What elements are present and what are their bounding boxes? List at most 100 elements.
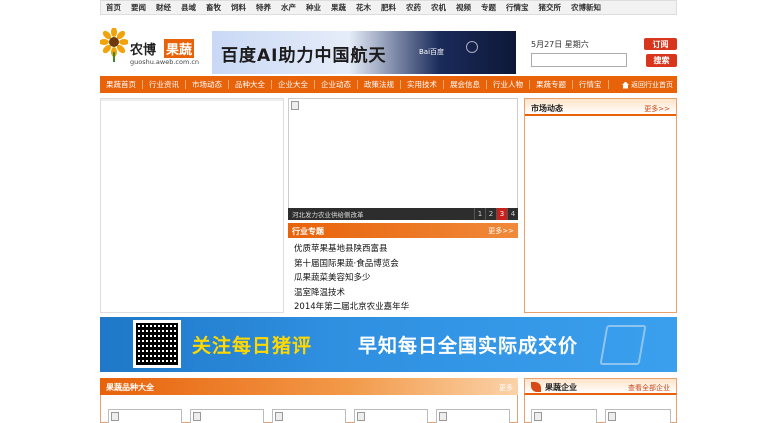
variety-title: 果蔬品种大全	[106, 383, 154, 392]
topnav-item[interactable]: 畜牧	[206, 2, 221, 13]
topnav-item[interactable]: 花木	[356, 2, 371, 13]
topnav-item[interactable]: 特养	[256, 2, 271, 13]
topnav-item[interactable]: 种业	[306, 2, 321, 13]
topic-link[interactable]: 温室降温技术	[294, 286, 409, 301]
variety-header: 果蔬品种大全 更多	[100, 378, 518, 395]
variety-thumbnail[interactable]	[190, 409, 264, 423]
topnav-item[interactable]: 首页	[106, 2, 121, 13]
variety-thumbnail[interactable]	[354, 409, 428, 423]
enterprise-title: 果蔬企业	[545, 383, 577, 392]
mainnav-item[interactable]: 行情宝	[573, 80, 609, 89]
slideshow-caption-bar: 河北发力农业供给侧改革 1234	[288, 208, 518, 220]
broken-image-icon	[275, 412, 283, 421]
search-button[interactable]: 搜索	[646, 54, 677, 67]
mainnav-item[interactable]: 企业大全	[272, 80, 315, 89]
ad-banner-brand: Bai百度	[419, 48, 445, 56]
variety-box	[100, 395, 518, 423]
broken-image-icon	[193, 412, 201, 421]
main-nav: 果蔬首页 行业资讯 市场动态 品种大全 企业大全 企业动态 政策法规 实用技术 展会信息 行业人物…	[100, 76, 677, 93]
topnav-item[interactable]: 专题	[481, 2, 496, 13]
topnav-item[interactable]: 县域	[181, 2, 196, 13]
top-nav: 首页 要闻 财经 县域 畜牧 饲料 特养 水产 种业 果蔬 花木 肥料 农药 农机 视频 专题 行情宝 猪交所 农博…	[100, 0, 677, 15]
enterprise-thumbnail[interactable]	[531, 409, 597, 423]
topic-link[interactable]: 瓜果蔬菜美容知多少	[294, 271, 409, 286]
topics-header: 行业专题 更多>>	[288, 223, 518, 238]
ad-banner-text: 百度AI助力中国航天	[221, 46, 387, 66]
slideshow-caption[interactable]: 河北发力农业供给侧改革	[292, 209, 474, 219]
document-icon	[599, 325, 647, 365]
variety-thumbnail[interactable]	[436, 409, 510, 423]
ad-badge-icon	[466, 41, 478, 53]
current-date: 5月27日 星期六	[531, 40, 589, 49]
market-box: 市场动态 更多>>	[524, 98, 677, 313]
mainnav-item[interactable]: 行业资讯	[143, 80, 186, 89]
pig-ad-text-1: 关注每日猪评	[192, 335, 313, 357]
broken-image-icon	[291, 101, 299, 110]
broken-image-icon	[608, 412, 616, 421]
slideshow-page-button[interactable]: 4	[507, 208, 518, 220]
slideshow-page-button[interactable]: 1	[474, 208, 485, 220]
variety-thumbnail[interactable]	[272, 409, 346, 423]
variety-more-link[interactable]: 更多	[499, 383, 513, 393]
topnav-item[interactable]: 行情宝	[506, 2, 529, 13]
enterprise-more-link[interactable]: 查看全部企业	[628, 383, 670, 393]
mainnav-item[interactable]: 果蔬首页	[100, 80, 143, 89]
topics-more-link[interactable]: 更多>>	[488, 226, 514, 236]
slideshow-page-button[interactable]: 3	[496, 208, 507, 220]
topics-title: 行业专题	[292, 227, 324, 236]
mainnav-item[interactable]: 行业人物	[487, 80, 530, 89]
pig-price-ad[interactable]: 关注每日猪评 早知每日全国实际成交价	[100, 317, 677, 372]
logo-url: guoshu.aweb.com.cn	[130, 58, 200, 66]
pig-ad-text-2: 早知每日全国实际成交价	[358, 335, 579, 357]
variety-thumbnail[interactable]	[108, 409, 182, 423]
topnav-item[interactable]: 要闻	[131, 2, 146, 13]
broken-image-icon	[534, 412, 542, 421]
topic-link[interactable]: 第十届国际果蔬·食品博览会	[294, 257, 409, 272]
topnav-item[interactable]: 农机	[431, 2, 446, 13]
mainnav-item[interactable]: 果蔬专题	[530, 80, 573, 89]
mainnav-item[interactable]: 实用技术	[401, 80, 444, 89]
logo-name-1: 农博	[130, 43, 157, 58]
broken-image-icon	[357, 412, 365, 421]
topnav-item[interactable]: 农药	[406, 2, 421, 13]
qr-code-icon	[133, 320, 181, 368]
topnav-item[interactable]: 肥料	[381, 2, 396, 13]
broken-image-icon	[439, 412, 447, 421]
site-logo[interactable]: 农博 果蔬 guoshu.aweb.com.cn	[100, 28, 200, 68]
search-input[interactable]	[531, 53, 627, 67]
market-title: 市场动态	[531, 104, 563, 113]
broken-image-icon	[111, 412, 119, 421]
topnav-item[interactable]: 猪交所	[539, 2, 562, 13]
slideshow-page-button[interactable]: 2	[485, 208, 496, 220]
mainnav-item[interactable]: 展会信息	[444, 80, 487, 89]
ad-banner[interactable]: 百度AI助力中国航天 Bai百度	[212, 31, 516, 74]
topnav-item[interactable]: 农博新知	[571, 2, 601, 13]
subscribe-button[interactable]: 订阅	[644, 38, 677, 50]
mainnav-item[interactable]: 政策法规	[358, 80, 401, 89]
back-to-industry-link[interactable]: 返回行业首页	[622, 80, 673, 90]
topnav-item[interactable]: 视频	[456, 2, 471, 13]
search-label: 搜索	[653, 56, 670, 65]
market-more-link[interactable]: 更多>>	[644, 104, 670, 114]
enterprise-box	[524, 395, 677, 423]
subscribe-label: 订阅	[652, 39, 669, 49]
enterprise-header: 果蔬企业 查看全部企业	[524, 378, 677, 395]
market-header: 市场动态 更多>>	[525, 99, 676, 116]
topnav-item[interactable]: 水产	[281, 2, 296, 13]
home-icon	[622, 81, 629, 89]
left-panel	[100, 98, 284, 313]
topic-link[interactable]: 2014年第二届北京农业嘉年华	[294, 300, 409, 315]
topnav-item[interactable]: 饲料	[231, 2, 246, 13]
topnav-item[interactable]: 果蔬	[331, 2, 346, 13]
sunflower-logo-icon	[100, 28, 128, 62]
mainnav-item[interactable]: 品种大全	[229, 80, 272, 89]
topic-link[interactable]: 优质苹果基地县陕西富县	[294, 242, 409, 257]
slideshow-image[interactable]	[288, 98, 518, 220]
logo-name-2: 果蔬	[164, 39, 195, 58]
back-link-label: 返回行业首页	[631, 81, 673, 89]
mainnav-item[interactable]: 企业动态	[315, 80, 358, 89]
enterprise-thumbnail[interactable]	[605, 409, 671, 423]
topics-list: 优质苹果基地县陕西富县 第十届国际果蔬·食品博览会 瓜果蔬菜美容知多少 温室降温技术 2…	[294, 242, 409, 315]
topnav-item[interactable]: 财经	[156, 2, 171, 13]
mainnav-item[interactable]: 市场动态	[186, 80, 229, 89]
